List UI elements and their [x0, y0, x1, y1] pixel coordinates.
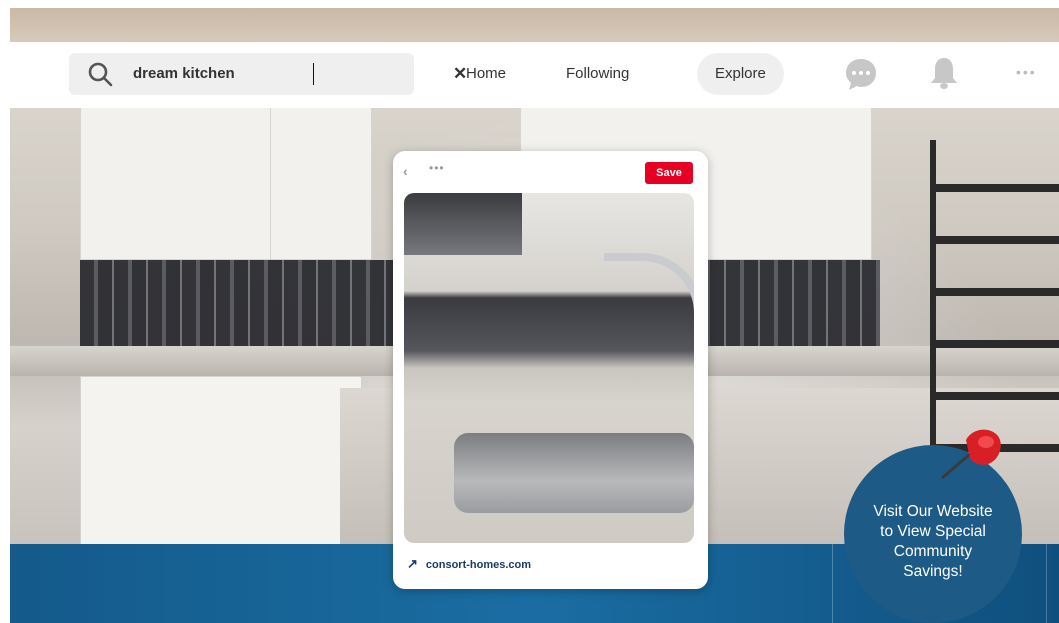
search-icon	[88, 62, 113, 87]
pin-card[interactable]: ‹ ••• Save ↗ consort-homes.com	[393, 151, 708, 589]
promo-line: Visit Our Website	[873, 503, 993, 520]
banner-divider	[1046, 544, 1047, 623]
microwave	[404, 193, 522, 255]
nav-explore[interactable]: Explore	[697, 53, 784, 95]
ceiling	[10, 8, 1059, 44]
sink	[454, 433, 694, 513]
search-bar[interactable]: ✕	[69, 53, 467, 95]
nav-home[interactable]: Home	[448, 53, 524, 95]
bell-icon[interactable]	[929, 56, 959, 90]
pin-source-link[interactable]: ↗ consort-homes.com	[407, 556, 531, 572]
promo-line: Community	[893, 543, 973, 560]
pin-source-url: consort-homes.com	[425, 559, 532, 571]
promo-line: to View Special	[880, 523, 986, 540]
save-button[interactable]: Save	[645, 162, 693, 184]
pin-image[interactable]	[404, 193, 694, 543]
search-input[interactable]	[133, 53, 383, 95]
arrow-up-right-icon: ↗	[407, 556, 418, 571]
chat-icon[interactable]	[843, 56, 879, 92]
upper-cabinet	[270, 88, 372, 260]
pin-more-icon[interactable]: •••	[429, 161, 445, 175]
text-caret	[313, 63, 314, 85]
lower-cabinets	[80, 376, 362, 546]
top-nav-bar: ✕ Home Following Explore •••	[0, 42, 1059, 108]
promo-line: Savings!	[903, 563, 963, 580]
upper-cabinet-left	[80, 88, 272, 260]
banner-divider	[832, 544, 833, 623]
more-icon[interactable]: •••	[1016, 64, 1037, 80]
pushpin-icon	[941, 429, 1001, 480]
nav-following[interactable]: Following	[548, 53, 647, 95]
faucet	[604, 253, 694, 461]
back-chevron-icon[interactable]: ‹	[403, 163, 408, 179]
